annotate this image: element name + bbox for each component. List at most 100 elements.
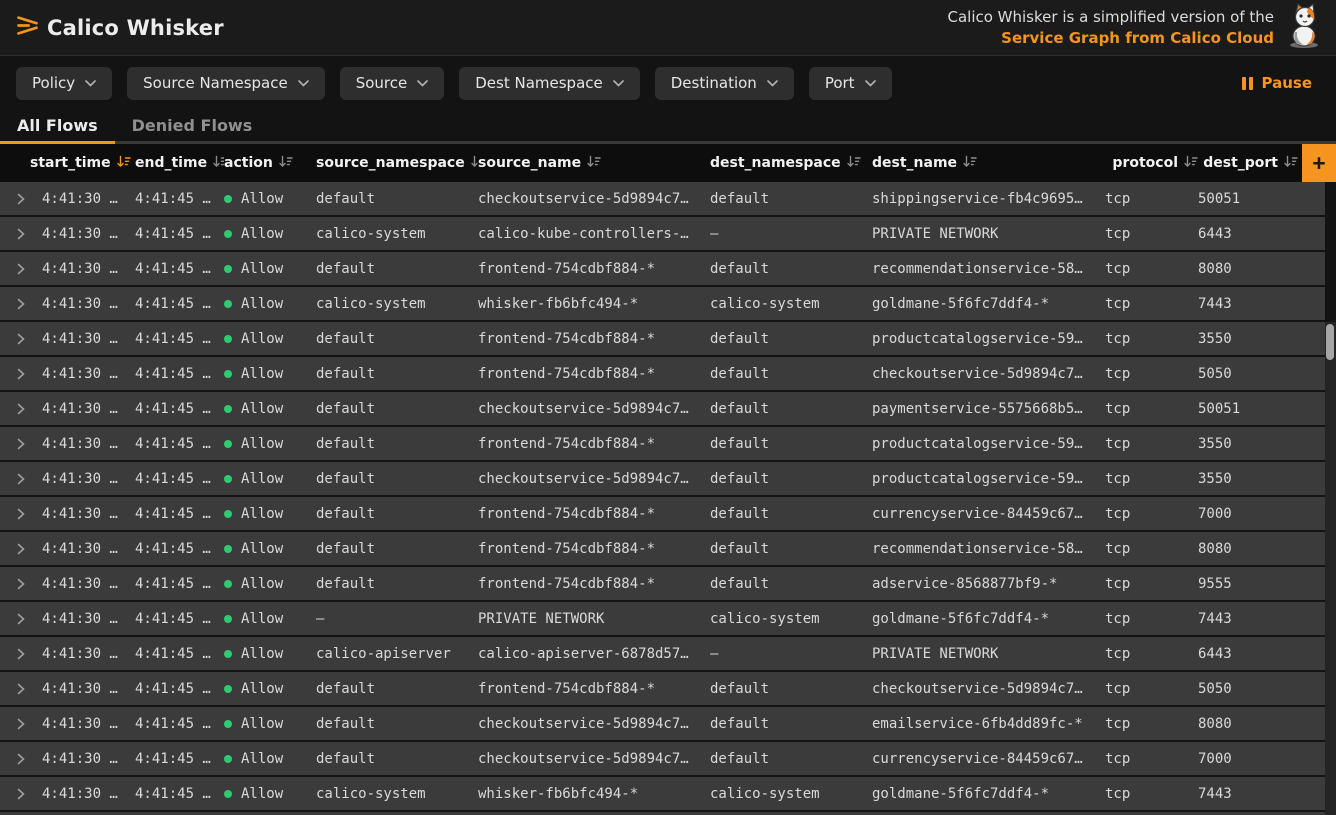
flow-row[interactable]: 4:41:30 … 4:41:45 … Allow default checko… [0,742,1325,775]
top-banner: Calico Whisker Calico Whisker is a simpl… [0,0,1336,56]
cell-source-namespace: default [316,681,478,697]
expand-chevron-icon[interactable] [0,193,42,205]
flow-row[interactable]: 4:41:30 … 4:41:45 … Allow calico-system … [0,217,1325,250]
cell-source-namespace: default [316,261,478,277]
flow-row[interactable]: 4:41:30 … 4:41:45 … Allow default checko… [0,182,1325,215]
tagline: Calico Whisker is a simplified version o… [947,7,1274,49]
expand-chevron-icon[interactable] [0,718,42,730]
sort-icon [1184,155,1198,172]
cell-dest-name: goldmane-5f6fc7ddf4-* [872,786,1105,802]
column-header-source-name[interactable]: source_name [478,155,710,172]
cell-dest-name: recommendationservice-58… [872,541,1105,557]
flow-row[interactable]: 4:41:30 … 4:41:45 … Allow default fronte… [0,427,1325,460]
cell-action: Allow [224,471,316,487]
column-header-start-time[interactable]: start_time [30,155,135,172]
cell-action: Allow [224,716,316,732]
add-column-button[interactable]: + [1302,144,1336,182]
scrollbar-thumb[interactable] [1326,324,1334,360]
cell-source-name: checkoutservice-5d9894c7… [478,471,710,487]
tab-all-flows[interactable]: All Flows [0,110,115,144]
cell-source-name: whisker-fb6bfc494-* [478,296,710,312]
cell-source-namespace: default [316,506,478,522]
filter-destination-dropdown[interactable]: Destination [655,67,794,100]
vertical-scrollbar[interactable] [1325,322,1336,815]
column-header-source-namespace[interactable]: source_namespace [316,155,478,172]
cell-source-namespace: default [316,471,478,487]
filter-dest-namespace-dropdown[interactable]: Dest Namespace [459,67,640,100]
expand-chevron-icon[interactable] [0,403,42,415]
expand-chevron-icon[interactable] [0,683,42,695]
cell-dest-port: 5050 [1198,681,1298,697]
flow-row[interactable]: 4:41:30 … 4:41:45 … Allow calico-system … [0,287,1325,320]
expand-chevron-icon[interactable] [0,578,42,590]
expand-chevron-icon[interactable] [0,473,42,485]
expand-chevron-icon[interactable] [0,368,42,380]
table-body: 4:41:30 … 4:41:45 … Allow default checko… [0,182,1325,810]
column-header-end-time[interactable]: end_time [135,155,224,172]
cell-protocol: tcp [1105,576,1198,592]
cell-source-namespace: default [316,716,478,732]
expand-chevron-icon[interactable] [0,263,42,275]
column-header-protocol[interactable]: protocol [1105,155,1198,172]
cell-start-time: 4:41:30 … [42,296,135,312]
chevron-down-icon [298,80,309,87]
flow-row[interactable]: 4:41:30 … 4:41:45 … Allow default fronte… [0,672,1325,705]
filter-source-dropdown[interactable]: Source [340,67,445,100]
flow-row[interactable]: 4:41:30 … 4:41:45 … Allow calico-system … [0,777,1325,810]
service-graph-link[interactable]: Service Graph from Calico Cloud [947,28,1274,49]
flow-row[interactable]: 4:41:30 … 4:41:45 … Allow default fronte… [0,357,1325,390]
chevron-down-icon [865,80,876,87]
flow-row[interactable]: 4:41:30 … 4:41:45 … Allow default fronte… [0,322,1325,355]
flow-row[interactable]: 4:41:30 … 4:41:45 … Allow default checko… [0,392,1325,425]
cell-start-time: 4:41:30 … [42,261,135,277]
flow-row[interactable]: 4:41:30 … 4:41:45 … Allow calico-apiserv… [0,637,1325,670]
cell-action: Allow [224,541,316,557]
cell-dest-name: productcatalogservice-59… [872,436,1105,452]
filter-port-dropdown[interactable]: Port [809,67,892,100]
expand-chevron-icon[interactable] [0,438,42,450]
chevron-down-icon [85,80,96,87]
cell-dest-name: emailservice-6fb4dd89fc-* [872,716,1105,732]
pause-button[interactable]: Pause [1242,74,1313,92]
flow-row[interactable]: 4:41:30 … 4:41:45 … Allow default checko… [0,462,1325,495]
cell-protocol: tcp [1105,786,1198,802]
expand-chevron-icon[interactable] [0,298,42,310]
filter-source-namespace-dropdown[interactable]: Source Namespace [127,67,325,100]
flow-row[interactable]: 4:41:30 … 4:41:45 … Allow default fronte… [0,567,1325,600]
expand-chevron-icon[interactable] [0,613,42,625]
flow-row[interactable]: 4:41:30 … 4:41:45 … Allow default fronte… [0,252,1325,285]
chevron-down-icon [417,80,428,87]
cell-start-time: 4:41:30 … [42,366,135,382]
allow-status-dot [224,405,232,413]
cell-dest-name: currencyservice-84459c67… [872,506,1105,522]
cell-dest-port: 3550 [1198,436,1298,452]
cell-end-time: 4:41:45 … [135,506,224,522]
expand-chevron-icon[interactable] [0,788,42,800]
cell-dest-port: 8080 [1198,541,1298,557]
cell-source-name: frontend-754cdbf884-* [478,541,710,557]
cell-action: Allow [224,646,316,662]
expand-chevron-icon[interactable] [0,228,42,240]
expand-chevron-icon[interactable] [0,648,42,660]
expand-chevron-icon[interactable] [0,753,42,765]
filter-policy-dropdown[interactable]: Policy [16,67,112,100]
cell-source-namespace: calico-apiserver [316,646,478,662]
column-header-dest-port[interactable]: dest_port [1198,155,1298,172]
cell-end-time: 4:41:45 … [135,191,224,207]
column-header-dest-namespace[interactable]: dest_namespace [710,155,872,172]
expand-chevron-icon[interactable] [0,508,42,520]
column-header-dest-name[interactable]: dest_name [872,155,1105,172]
flow-row[interactable]: 4:41:30 … 4:41:45 … Allow default fronte… [0,532,1325,565]
flow-row[interactable]: 4:41:30 … 4:41:45 … Allow default fronte… [0,497,1325,530]
cell-dest-namespace: calico-system [710,786,872,802]
cell-dest-port: 7443 [1198,611,1298,627]
expand-chevron-icon[interactable] [0,543,42,555]
expand-chevron-icon[interactable] [0,333,42,345]
flow-row[interactable]: 4:41:30 … 4:41:45 … Allow – PRIVATE NETW… [0,602,1325,635]
tab-denied-flows[interactable]: Denied Flows [115,110,270,144]
cell-start-time: 4:41:30 … [42,191,135,207]
cell-dest-name: recommendationservice-58… [872,261,1105,277]
flow-row[interactable]: 4:41:30 … 4:41:45 … Allow default checko… [0,707,1325,740]
cell-start-time: 4:41:30 … [42,786,135,802]
column-header-action[interactable]: action [224,155,316,172]
